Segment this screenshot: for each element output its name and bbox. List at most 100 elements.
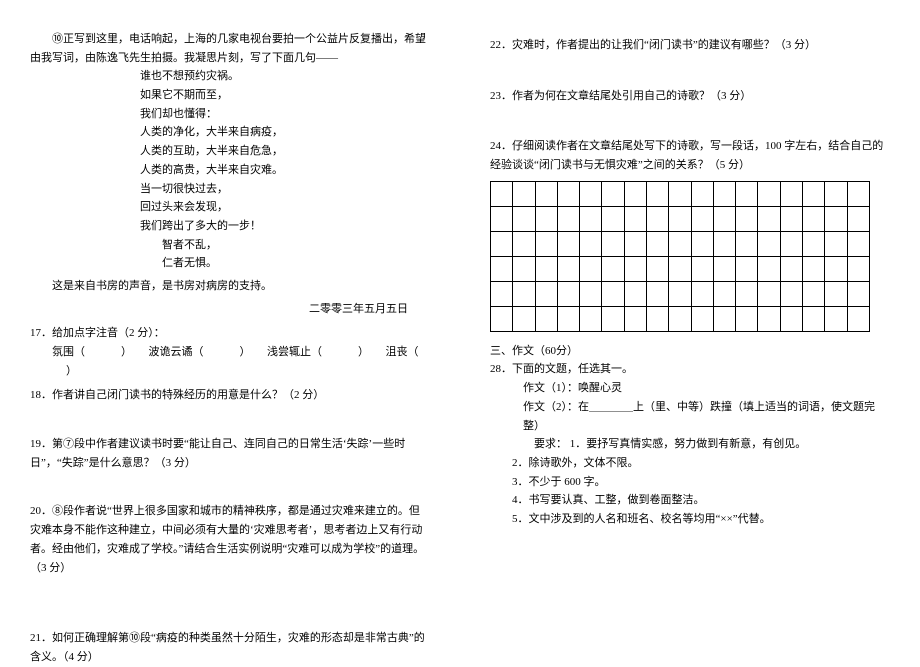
grid-cell <box>825 181 847 206</box>
question-22: 22．灾难时，作者提出的让我们“闭门读书”的建议有哪些？（3 分） <box>490 36 890 55</box>
grid-cell <box>646 231 668 256</box>
grid-cell <box>646 306 668 331</box>
grid-cell <box>736 231 758 256</box>
section-3-title: 三、作文（60分） <box>490 342 890 361</box>
grid-cell <box>669 306 691 331</box>
grid-cell <box>535 306 557 331</box>
grid-cell <box>491 181 513 206</box>
essay-option-2: 作文（2）：在＿＿＿＿上（里、中等）跌撞（填上适当的词语，使文题完整） <box>523 398 890 435</box>
grid-cell <box>825 281 847 306</box>
question-19: 19．第⑦段中作者建议读书时要“能让自己、连同自己的日常生活‘失踪’一些时日”，… <box>30 435 430 472</box>
grid-cell <box>580 231 602 256</box>
grid-cell <box>491 256 513 281</box>
grid-cell <box>513 181 535 206</box>
grid-cell <box>825 206 847 231</box>
grid-cell <box>802 256 824 281</box>
grid-cell <box>580 281 602 306</box>
grid-cell <box>557 281 579 306</box>
poem-line: 如果它不期而至， <box>140 86 430 105</box>
grid-cell <box>713 231 735 256</box>
grid-cell <box>847 256 870 281</box>
poem-line: 仁者无惧。 <box>140 254 430 273</box>
grid-cell <box>513 206 535 231</box>
question-21: 21．如何正确理解第⑩段“病疫的种类虽然十分陌生，灾难的形态却是非常古典”的含义… <box>30 629 430 666</box>
grid-cell <box>580 306 602 331</box>
grid-cell <box>780 306 802 331</box>
grid-cell <box>602 181 624 206</box>
grid-cell <box>825 256 847 281</box>
requirements-block: 要求： 1．要抒写真情实感，努力做到有新意，有创见。 2．除诗歌外，文体不限。 … <box>490 435 890 528</box>
grid-cell <box>624 306 646 331</box>
grid-cell <box>847 306 870 331</box>
grid-cell <box>624 231 646 256</box>
grid-cell <box>491 206 513 231</box>
left-column: ⑩正写到这里，电话响起，上海的几家电视台要拍一个公益片反复播出，希望由我写词，由… <box>0 0 460 650</box>
intro-paragraph: ⑩正写到这里，电话响起，上海的几家电视台要拍一个公益片反复播出，希望由我写词，由… <box>30 30 430 67</box>
grid-cell <box>825 231 847 256</box>
grid-cell <box>669 281 691 306</box>
grid-cell <box>580 206 602 231</box>
grid-cell <box>602 256 624 281</box>
grid-cell <box>669 231 691 256</box>
req-item: 4．书写要认真、工整，做到卷面整洁。 <box>512 491 890 510</box>
grid-cell <box>602 206 624 231</box>
poem-line: 当一切很快过去， <box>140 180 430 199</box>
grid-cell <box>713 206 735 231</box>
grid-cell <box>713 256 735 281</box>
grid-cell <box>691 281 713 306</box>
req-label: 要求： <box>534 438 567 450</box>
grid-cell <box>557 181 579 206</box>
grid-cell <box>691 181 713 206</box>
req-item: 2．除诗歌外，文体不限。 <box>512 454 890 473</box>
grid-cell <box>780 231 802 256</box>
grid-cell <box>758 231 780 256</box>
grid-cell <box>535 231 557 256</box>
grid-cell <box>691 306 713 331</box>
grid-cell <box>624 206 646 231</box>
grid-cell <box>513 281 535 306</box>
right-column: 22．灾难时，作者提出的让我们“闭门读书”的建议有哪些？（3 分） 23．作者为… <box>460 0 920 650</box>
grid-cell <box>669 206 691 231</box>
grid-cell <box>802 281 824 306</box>
grid-cell <box>847 206 870 231</box>
grid-cell <box>780 206 802 231</box>
answer-grid <box>490 181 870 332</box>
grid-cell <box>758 281 780 306</box>
grid-cell <box>847 231 870 256</box>
grid-cell <box>758 306 780 331</box>
grid-cell <box>602 281 624 306</box>
req-item: 1．要抒写真情实感，努力做到有新意，有创见。 <box>570 438 807 450</box>
poem-line: 人类的高贵，大半来自灾难。 <box>140 161 430 180</box>
grid-cell <box>780 181 802 206</box>
grid-cell <box>557 206 579 231</box>
grid-cell <box>713 306 735 331</box>
grid-cell <box>847 281 870 306</box>
grid-cell <box>802 306 824 331</box>
question-28-head: 28．下面的文题，任选其一。 <box>490 360 890 379</box>
grid-cell <box>736 181 758 206</box>
grid-cell <box>736 256 758 281</box>
grid-cell <box>646 181 668 206</box>
question-20: 20．⑧段作者说“世界上很多国家和城市的精神秩序，都是通过灾难来建立的。但灾难本… <box>30 502 430 577</box>
grid-cell <box>535 181 557 206</box>
grid-cell <box>736 306 758 331</box>
grid-cell <box>691 231 713 256</box>
grid-cell <box>669 256 691 281</box>
grid-cell <box>780 256 802 281</box>
closing-line: 这是来自书房的声音，是书房对病房的支持。 <box>30 277 430 296</box>
req-item: 5．文中涉及到的人名和班名、校名等均用“××”代替。 <box>512 510 890 529</box>
grid-cell <box>513 256 535 281</box>
grid-cell <box>557 306 579 331</box>
q17-head: 17．给加点字注音（2 分）： <box>30 327 165 339</box>
grid-cell <box>624 281 646 306</box>
grid-cell <box>535 281 557 306</box>
grid-cell <box>802 206 824 231</box>
q17-body: 氛围（） 波诡云谲（） 浅尝辄止（） 沮丧（） <box>30 346 419 377</box>
grid-cell <box>847 181 870 206</box>
grid-cell <box>802 181 824 206</box>
poem-line: 谁也不想预约灾祸。 <box>140 67 430 86</box>
question-17: 17．给加点字注音（2 分）： 氛围（） 波诡云谲（） 浅尝辄止（） 沮丧（） <box>30 324 430 380</box>
question-23: 23．作者为何在文章结尾处引用自己的诗歌？（3 分） <box>490 87 890 106</box>
grid-cell <box>713 181 735 206</box>
grid-cell <box>513 231 535 256</box>
